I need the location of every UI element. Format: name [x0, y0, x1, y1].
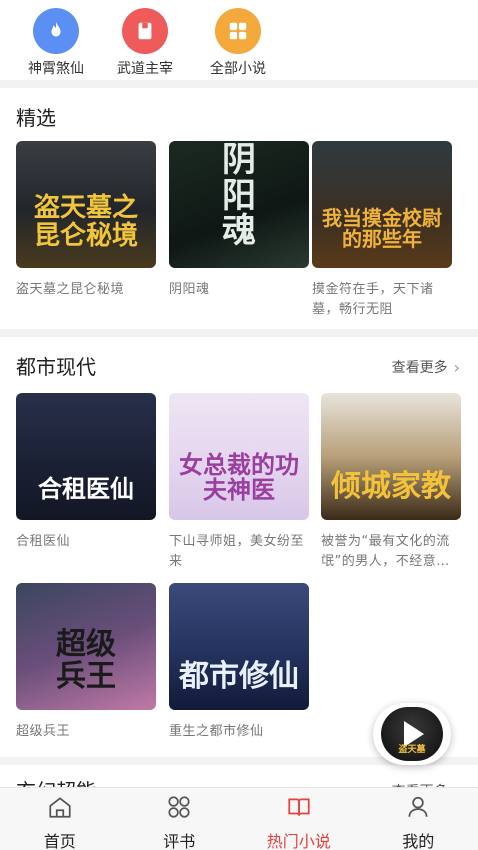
category-wudao[interactable]: 武道主宰 [100, 8, 190, 78]
divider [0, 329, 478, 337]
nav-home[interactable]: 首页 [0, 788, 120, 850]
book-cover: 盗天墓之昆仑秘境 [16, 141, 156, 268]
book-desc: 超级兵王 [16, 724, 71, 739]
cover-title: 超级兵王 [56, 627, 116, 694]
section-title-urban: 都市现代 [16, 355, 96, 379]
more-link-urban[interactable]: 查看更多 › [392, 357, 460, 377]
category-label: 神霄煞仙 [28, 61, 84, 77]
book-cover: 合租医仙 [16, 393, 156, 520]
book-card[interactable]: 都市修仙 重生之都市修仙 [169, 583, 309, 742]
section-title-featured: 精选 [16, 106, 56, 130]
book-desc: 被誉为“最有文化的流氓”的男人，不经意… [321, 534, 450, 569]
book-card[interactable]: 倾城家教 被誉为“最有文化的流氓”的男人，不经意… [321, 393, 461, 572]
nav-label: 评书 [163, 832, 196, 850]
cover-title: 都市修仙 [179, 658, 299, 694]
player-cover-text: 盗天墓 [398, 745, 426, 755]
grid-icon [168, 796, 190, 818]
nav-pingshu[interactable]: 评书 [120, 788, 240, 850]
grid-icon [215, 8, 261, 54]
book-desc: 合租医仙 [16, 534, 71, 549]
cover-title: 盗天墓之昆仑秘境 [33, 193, 138, 251]
book-cover: 阴阳魂 [169, 141, 309, 268]
nav-label: 首页 [43, 832, 76, 850]
category-all-novels[interactable]: 全部小说 [193, 8, 283, 78]
category-shenxiao[interactable]: 神霄煞仙 [11, 8, 101, 78]
nav-mine[interactable]: 我的 [359, 788, 478, 850]
nav-label: 我的 [402, 832, 435, 850]
book-cover: 女总裁的功夫神医 [169, 393, 309, 520]
more-label: 查看更多 [391, 360, 448, 376]
book-card[interactable]: 合租医仙 合租医仙 [16, 393, 156, 552]
player-cover: 盗天墓 [381, 707, 443, 761]
floating-player[interactable]: 盗天墓 [373, 703, 451, 765]
page: 神霄煞仙 武道主宰 全部小说 精选 盗天墓之昆仑秘境 盗天墓之昆仑秘境 阴阳魂 … [0, 0, 478, 850]
book-cover: 倾城家教 [321, 393, 461, 520]
nav-label: 热门小说 [266, 832, 331, 850]
cover-title: 我当摸金校尉的那些年 [322, 206, 442, 251]
category-row: 神霄煞仙 武道主宰 全部小说 [0, 0, 478, 80]
nav-hot-novels[interactable]: 热门小说 [239, 788, 359, 850]
cover-title: 女总裁的功夫神医 [179, 449, 299, 504]
book-card[interactable]: 超级兵王 超级兵王 [16, 583, 156, 742]
book-card[interactable]: 阴阳魂 阴阳魂 [169, 141, 309, 300]
user-icon [408, 796, 428, 817]
book-desc: 重生之都市修仙 [169, 724, 264, 739]
open-book-icon [288, 798, 310, 816]
divider [0, 80, 478, 88]
book-cover: 我当摸金校尉的那些年 [312, 141, 452, 268]
book-desc: 下山寻师姐，美女纷至来 [169, 534, 305, 569]
cover-title: 倾城家教 [331, 468, 451, 504]
book-cover: 超级兵王 [16, 583, 156, 710]
cover-title: 阴阳魂 [222, 141, 256, 252]
book-icon [122, 8, 168, 54]
book-card[interactable]: 我当摸金校尉的那些年 摸金符在手，天下诸墓，畅行无阻 [312, 141, 452, 320]
cover-title: 合租医仙 [38, 474, 134, 503]
book-desc: 盗天墓之昆仑秘境 [16, 282, 125, 297]
book-cover: 都市修仙 [169, 583, 309, 710]
flame-icon [33, 8, 79, 54]
book-card[interactable]: 女总裁的功夫神医 下山寻师姐，美女纷至来 [169, 393, 309, 572]
bottom-nav: 首页 评书 热门小说 我的 [0, 787, 478, 850]
chevron-right-icon: › [453, 357, 460, 377]
book-desc: 摸金符在手，天下诸墓，畅行无阻 [312, 282, 434, 317]
book-desc: 阴阳魂 [169, 282, 210, 297]
home-icon [49, 797, 71, 818]
category-label: 武道主宰 [117, 61, 173, 77]
book-card[interactable]: 盗天墓之昆仑秘境 盗天墓之昆仑秘境 [16, 141, 156, 300]
category-label: 全部小说 [210, 61, 266, 77]
